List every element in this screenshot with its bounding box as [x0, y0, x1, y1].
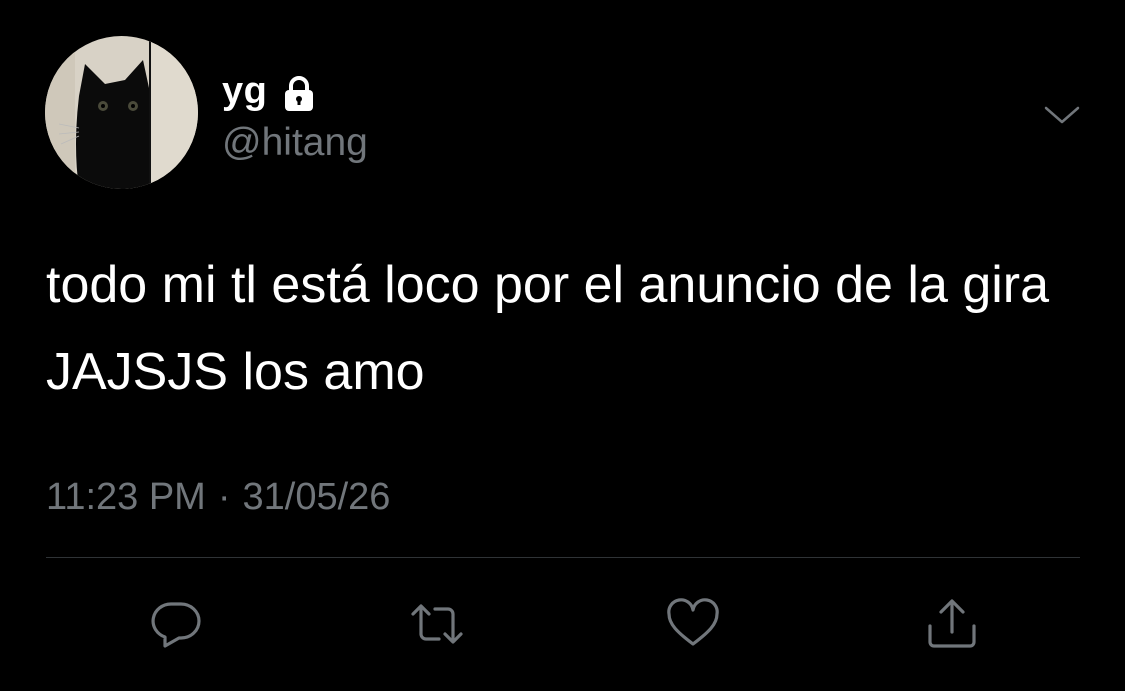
divider: [46, 557, 1080, 558]
black-cat-avatar-icon: [45, 36, 198, 189]
retweet-button[interactable]: [409, 596, 465, 652]
share-button[interactable]: [924, 596, 980, 652]
tweet-time[interactable]: 11:23 PM: [46, 472, 206, 522]
chevron-down-icon[interactable]: [1042, 96, 1082, 136]
timestamp-separator: ·: [217, 476, 231, 518]
author-handle[interactable]: @hitang: [222, 118, 368, 168]
tweet-date[interactable]: 31/05/26: [243, 472, 391, 522]
author-display-name[interactable]: yg: [222, 66, 267, 116]
share-icon: [928, 599, 976, 648]
lock-icon: [279, 73, 319, 113]
author-name-row[interactable]: yg: [222, 66, 319, 116]
tweet-timestamp[interactable]: 11:23 PM · 31/05/26: [46, 472, 390, 522]
reply-button[interactable]: [148, 596, 204, 652]
tweet-card: yg @hitang todo mi tl está loco por el a…: [0, 0, 1125, 691]
like-button[interactable]: [665, 596, 721, 652]
heart-icon: [667, 598, 719, 646]
reply-icon: [151, 602, 201, 648]
tweet-text: todo mi tl está loco por el anuncio de l…: [46, 256, 1050, 401]
avatar[interactable]: [45, 36, 198, 189]
retweet-icon: [411, 604, 463, 644]
